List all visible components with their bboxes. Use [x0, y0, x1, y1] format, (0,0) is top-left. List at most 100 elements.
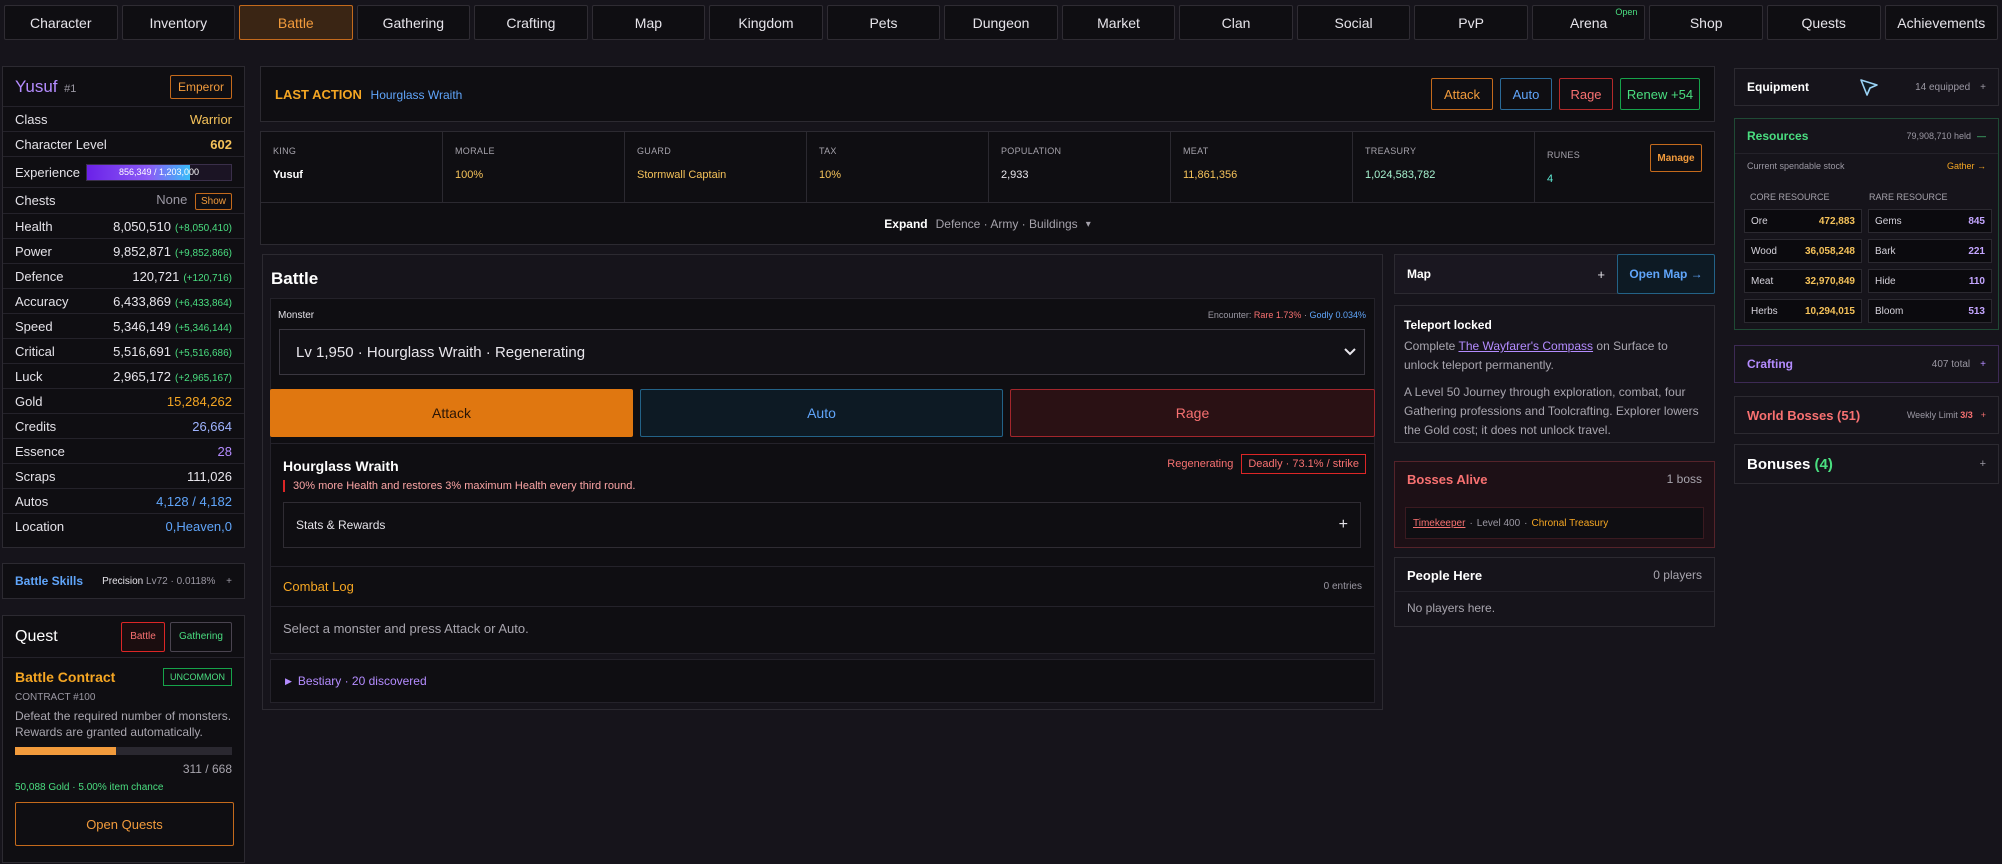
battle-skills-toggle[interactable]: + [226, 576, 232, 587]
tab-quests[interactable]: Quests [1766, 5, 1881, 40]
quest-filter-gathering[interactable]: Gathering [170, 621, 232, 652]
bestiary-toggle[interactable]: ▶ Bestiary · 20 discovered [270, 659, 1375, 703]
stat-row-defence: Defence 120,721 (+120,716) [3, 264, 244, 289]
tab-crafting[interactable]: Crafting [474, 5, 588, 40]
chevron-right-icon: ▶ [285, 675, 292, 686]
kingdom-cell-morale: MORALE 100% [443, 132, 625, 202]
world-bosses-title: World Bosses (51) [1747, 407, 1861, 423]
mouse-cursor-icon [1860, 79, 1878, 96]
stat-value: 9,852,871 [113, 243, 171, 259]
monster-select[interactable]: Lv 1,950 · Hourglass Wraith · Regenerati… [279, 329, 1365, 375]
stat-row-health: Health 8,050,510 (+8,050,410) [3, 214, 244, 239]
skill-pct: 0.0118% [176, 575, 216, 587]
stat-label: Health [15, 218, 53, 234]
emperor-title-badge[interactable]: Emperor [169, 74, 232, 99]
tab-map[interactable]: Map [591, 5, 706, 40]
last-action-bar: LAST ACTION Hourglass Wraith Attack Auto… [260, 66, 1715, 122]
people-here-panel: People Here 0 players No players here. [1394, 557, 1715, 627]
wayfarers-compass-link[interactable]: The Wayfarer's Compass [1458, 339, 1593, 353]
gather-link[interactable]: Gather → [1947, 161, 1986, 171]
tab-character[interactable]: Character [4, 5, 118, 40]
resources-collapse[interactable]: — [1977, 131, 1986, 141]
tab-kingdom[interactable]: Kingdom [709, 5, 823, 40]
plus-icon: + [1338, 516, 1348, 533]
last-action-label: LAST ACTION [275, 86, 362, 102]
tab-clan[interactable]: Clan [1179, 5, 1293, 40]
stats-rewards-toggle[interactable]: Stats & Rewards + [283, 502, 1361, 548]
stats-rewards-label: Stats & Rewards [296, 518, 386, 532]
resource-bloom: Bloom 513 [1868, 299, 1992, 323]
world-bosses-toggle[interactable]: + [1981, 410, 1986, 420]
quest-filter-battle[interactable]: Battle [121, 621, 165, 652]
tab-pvp[interactable]: PvP [1414, 5, 1528, 40]
bonuses-panel[interactable]: Bonuses (4) + [1734, 444, 1999, 484]
resource-name: Hide [1875, 275, 1896, 287]
tab-dungeon[interactable]: Dungeon [944, 5, 1058, 40]
resource-value: 472,883 [1818, 215, 1855, 227]
last-action-auto-button[interactable]: Auto [1500, 78, 1552, 110]
chests-value: None [156, 191, 188, 207]
journey-description: A Level 50 Journey through exploration, … [1404, 385, 1699, 437]
map-toggle[interactable]: Map + [1394, 254, 1618, 294]
kingdom-cell-guard: GUARD Stormwall Captain [625, 132, 807, 202]
combat-stats: Health 8,050,510 (+8,050,410) Power 9,852,8… [3, 214, 244, 389]
last-action-rage-button[interactable]: Rage [1559, 78, 1613, 110]
last-action-attack-button[interactable]: Attack [1431, 78, 1493, 110]
currency-label: Scraps [15, 468, 56, 484]
crafting-toggle[interactable]: + [1980, 359, 1986, 370]
currency-value: 28 [217, 443, 232, 459]
chests-show-button[interactable]: Show [194, 192, 232, 210]
tab-label: Market [1097, 14, 1140, 31]
boss-entry[interactable]: Timekeeper · Level 400 · Chronal Treasur… [1405, 507, 1704, 539]
people-here-title: People Here [1407, 568, 1483, 583]
kingdom-cell-meat: MEAT 11,861,356 [1171, 132, 1353, 202]
tab-gathering[interactable]: Gathering [356, 5, 471, 40]
attack-button[interactable]: Attack [270, 389, 633, 437]
expand-items: Defence · Army · Buildings [935, 217, 1078, 231]
kingdom-manage-button[interactable]: Manage [1650, 144, 1702, 172]
cell-value: 1,024,583,782 [1365, 169, 1436, 181]
boss-name: Timekeeper [1413, 517, 1466, 529]
skill-name: Precision [102, 575, 144, 587]
contract-description: Defeat the required number of monsters. … [15, 709, 232, 739]
tab-label: PvP [1458, 14, 1484, 31]
auto-button[interactable]: Auto [640, 389, 1003, 437]
resource-name: Meat [1751, 275, 1774, 287]
tab-arena[interactable]: Arena Open [1531, 5, 1646, 40]
equipment-toggle[interactable]: + [1980, 82, 1986, 93]
combat-log-count: 0 entries [1323, 581, 1362, 592]
contract-progress-fill [15, 747, 117, 755]
battle-skills-bar[interactable]: Battle Skills Precision Lv72 · 0.0118% + [2, 563, 245, 599]
world-bosses-panel[interactable]: World Bosses (51) Weekly Limit 3/3 + [1734, 396, 1999, 434]
rarity-badge: UNCOMMON [163, 668, 232, 686]
crafting-panel[interactable]: Crafting 407 total + [1734, 345, 1999, 383]
cell-value: Stormwall Captain [637, 169, 727, 181]
tab-pets[interactable]: Pets [826, 5, 941, 40]
renew-button[interactable]: Renew +54 [1620, 78, 1700, 110]
tab-market[interactable]: Market [1061, 5, 1176, 40]
tab-inventory[interactable]: Inventory [121, 5, 236, 40]
bonuses-toggle[interactable]: + [1980, 458, 1986, 470]
bosses-alive-title: Bosses Alive [1407, 472, 1488, 487]
cell-key: TREASURY [1365, 146, 1417, 156]
stat-row-speed: Speed 5,346,149 (+5,346,144) [3, 314, 244, 339]
chevron-down-icon: ▾ [1085, 218, 1091, 230]
tab-achievements[interactable]: Achievements [1884, 5, 1999, 40]
open-quests-button[interactable]: Open Quests [15, 802, 234, 846]
resource-value: 513 [1968, 305, 1985, 317]
kingdom-expand[interactable]: Expand Defence · Army · Buildings ▾ [261, 203, 1714, 245]
experience-row: Experience 856,349 / 1,203,000 [3, 157, 244, 188]
stat-label: Defence [15, 268, 64, 284]
stat-increase: (+6,433,864) [175, 297, 232, 309]
combat-log-empty: Select a monster and press Attack or Aut… [283, 621, 529, 636]
player-identity: Yusuf #1 [15, 77, 76, 97]
teleport-info: Teleport locked Complete The Wayfarer's … [1394, 305, 1715, 443]
cell-key: POPULATION [1001, 146, 1062, 156]
rage-button[interactable]: Rage [1010, 389, 1375, 437]
kingdom-cell-king: KING Yusuf [261, 132, 443, 202]
tab-battle[interactable]: Battle [239, 5, 353, 40]
resource-hide: Hide 110 [1868, 269, 1992, 293]
tab-shop[interactable]: Shop [1649, 5, 1763, 40]
open-map-button[interactable]: Open Map → [1617, 254, 1715, 294]
tab-social[interactable]: Social [1296, 5, 1411, 40]
